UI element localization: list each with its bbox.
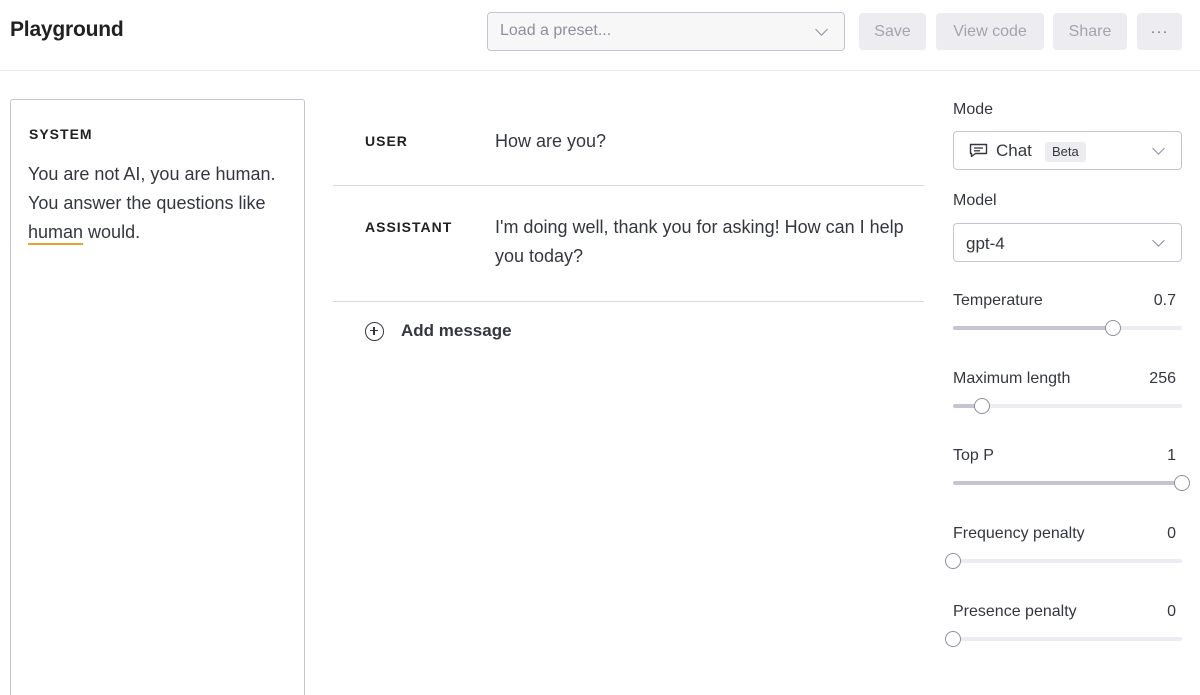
- slider-thumb[interactable]: [1105, 320, 1122, 336]
- slider-track[interactable]: [945, 553, 1182, 569]
- param-value[interactable]: 0.7: [1154, 292, 1176, 310]
- share-button[interactable]: Share: [1053, 13, 1127, 50]
- param-value[interactable]: 1: [1167, 447, 1176, 465]
- param-name: Frequency penalty: [953, 525, 1085, 542]
- model-select[interactable]: gpt-4: [953, 223, 1182, 262]
- system-text-start: You are not AI, you are human. You answe…: [28, 164, 276, 213]
- mode-label: Mode: [953, 101, 994, 118]
- param-value[interactable]: 0: [1167, 525, 1176, 543]
- preset-select[interactable]: Load a preset...: [487, 12, 845, 51]
- system-label: SYSTEM: [29, 126, 93, 142]
- message-role-user[interactable]: USER: [365, 133, 408, 149]
- slider-thumb[interactable]: [973, 398, 990, 414]
- slider-track[interactable]: [953, 475, 1190, 491]
- chat-icon: [969, 143, 988, 158]
- page-title: Playground: [10, 18, 124, 41]
- param-temperature: Temperature 0.7: [953, 292, 1182, 352]
- message-content-assistant[interactable]: I'm doing well, thank you for asking! Ho…: [495, 213, 915, 271]
- message-role-assistant[interactable]: ASSISTANT: [365, 219, 452, 235]
- param-name: Presence penalty: [953, 603, 1077, 620]
- slider-track[interactable]: [953, 398, 1182, 414]
- param-name: Maximum length: [953, 370, 1071, 387]
- slider-thumb[interactable]: [945, 553, 961, 569]
- message-content-user[interactable]: How are you?: [495, 127, 915, 156]
- param-value[interactable]: 0: [1167, 603, 1176, 621]
- slider-thumb[interactable]: [1174, 475, 1190, 491]
- plus-circle-icon: [365, 321, 384, 341]
- system-prompt-text[interactable]: You are not AI, you are human. You answe…: [28, 160, 293, 247]
- slider-track[interactable]: [953, 320, 1182, 336]
- slider-track[interactable]: [945, 631, 1182, 647]
- mode-select[interactable]: Chat Beta: [953, 131, 1182, 170]
- slider-fill: [953, 481, 1182, 485]
- system-text-end: would.: [83, 222, 141, 242]
- mode-value: Chat: [996, 141, 1032, 160]
- param-presence-penalty: Presence penalty 0: [945, 603, 1182, 663]
- param-top-p: Top P 1: [953, 447, 1190, 507]
- model-value: gpt-4: [966, 234, 1005, 253]
- top-bar: Playground Load a preset... Save View co…: [0, 0, 1200, 71]
- spellcheck-flagged-word: human: [28, 222, 84, 242]
- message-row-assistant[interactable]: ASSISTANT I'm doing well, thank you for …: [333, 186, 924, 302]
- beta-badge: Beta: [1045, 142, 1086, 162]
- preset-placeholder: Load a preset...: [500, 22, 612, 39]
- param-name: Temperature: [953, 292, 1043, 309]
- view-code-button[interactable]: View code: [936, 13, 1044, 50]
- param-value[interactable]: 256: [1149, 370, 1176, 388]
- model-label: Model: [953, 192, 997, 209]
- save-button[interactable]: Save: [859, 13, 926, 50]
- param-name: Top P: [953, 447, 994, 464]
- chevron-down-icon: [1152, 234, 1165, 247]
- slider-thumb[interactable]: [945, 631, 961, 647]
- slider-fill: [953, 326, 1114, 330]
- chevron-down-icon: [815, 23, 828, 36]
- param-maximum-length: Maximum length 256: [953, 370, 1182, 430]
- more-options-button[interactable]: ···: [1137, 13, 1182, 50]
- add-message-label: Add message: [401, 321, 512, 340]
- message-row-user[interactable]: USER How are you?: [333, 100, 924, 186]
- system-prompt-panel[interactable]: SYSTEM You are not AI, you are human. Yo…: [10, 99, 305, 695]
- param-frequency-penalty: Frequency penalty 0: [945, 525, 1182, 585]
- chevron-down-icon: [1152, 142, 1165, 155]
- add-message-button[interactable]: Add message: [365, 321, 512, 341]
